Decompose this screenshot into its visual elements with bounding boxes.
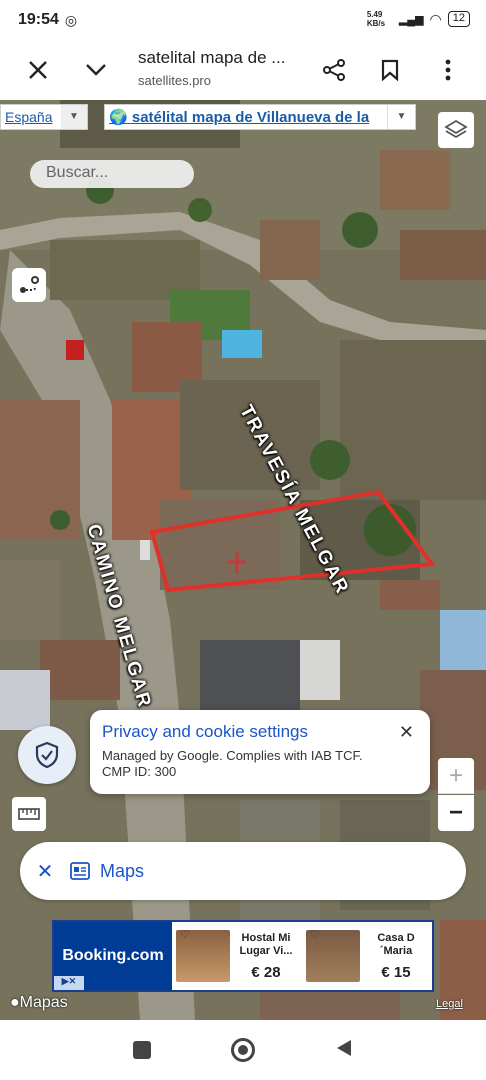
page-url: satellites.pro xyxy=(138,73,211,88)
route-button[interactable] xyxy=(12,268,46,302)
clock: 19:54 xyxy=(18,11,59,28)
privacy-body: Managed by Google. Complies with IAB TCF… xyxy=(102,748,363,779)
back-button[interactable] xyxy=(335,1038,353,1063)
battery-icon: 12 xyxy=(447,11,470,27)
ad-item[interactable]: ♡ Casa D ´Maria € 15 xyxy=(302,922,432,990)
legal-link[interactable]: Legal xyxy=(436,998,463,1010)
android-nav-bar xyxy=(0,1020,486,1080)
news-icon xyxy=(70,862,90,880)
close-icon[interactable] xyxy=(16,48,60,92)
heart-icon[interactable]: ♡ xyxy=(310,928,320,941)
hotel-name: Casa D ´Maria xyxy=(377,931,415,957)
bookmark-icon[interactable] xyxy=(368,48,412,92)
status-icons: 5.49 KB/s ▂▄▆ ◠ 12 xyxy=(367,10,470,28)
measure-button[interactable] xyxy=(12,797,46,831)
layers-icon xyxy=(444,119,468,139)
wifi-icon: ◠ xyxy=(429,10,442,27)
page-title: satelital mapa de ... xyxy=(138,48,286,67)
chevron-down-icon: ▼ xyxy=(387,105,415,129)
privacy-title[interactable]: Privacy and cookie settings xyxy=(102,722,418,742)
hotel-price: € 15 xyxy=(381,963,411,981)
zoom-out-button[interactable]: − xyxy=(438,795,474,831)
maps-label[interactable]: Maps xyxy=(100,861,144,882)
ruler-icon xyxy=(18,808,40,820)
site-select-value: satélital mapa de Villanueva de la xyxy=(131,109,370,126)
whatsapp-icon: ◎ xyxy=(64,11,78,28)
apple-maps-attribution: ●Mapas xyxy=(10,994,68,1012)
privacy-card[interactable]: Privacy and cookie settings Managed by G… xyxy=(90,710,430,794)
satellite-map[interactable]: TRAVESÍA MELGAR CAMINO MELGAR España ▼ 🌍… xyxy=(0,100,486,1020)
hotel-name: Hostal Mi Lugar Vi... xyxy=(239,931,293,957)
heart-icon[interactable]: ♡ xyxy=(180,928,190,941)
region-select[interactable]: España ▼ xyxy=(0,104,88,130)
ad-choices-icon[interactable]: ▶✕ xyxy=(54,976,84,990)
chevron-down-icon[interactable] xyxy=(74,48,118,92)
apple-maps-label: Mapas xyxy=(19,994,68,1011)
home-button[interactable] xyxy=(231,1038,255,1062)
network-speed: 5.49 KB/s xyxy=(366,10,386,28)
signal-icon: ▂▄▆ xyxy=(398,13,424,26)
ad-item[interactable]: ♡ Hostal Mi Lugar Vi... € 28 xyxy=(172,922,302,990)
region-select-value: España xyxy=(5,109,53,125)
more-menu-icon[interactable] xyxy=(426,48,470,92)
browser-toolbar: satelital mapa de ... satellites.pro xyxy=(0,40,486,100)
privacy-shield-button[interactable] xyxy=(18,726,76,784)
layers-button[interactable] xyxy=(438,112,474,148)
recents-button[interactable] xyxy=(133,1041,151,1059)
chevron-down-icon: ▼ xyxy=(61,105,87,129)
hotel-price: € 28 xyxy=(251,963,281,981)
maps-bar[interactable]: ✕ Maps xyxy=(20,842,466,900)
globe-icon: 🌍 xyxy=(109,109,128,126)
booking-logo[interactable]: Booking.com ▶✕ xyxy=(54,922,172,990)
booking-ad[interactable]: Booking.com ▶✕ ♡ Hostal Mi Lugar Vi... €… xyxy=(52,920,434,992)
shield-icon xyxy=(35,741,59,769)
booking-brand: Booking.com xyxy=(62,947,164,964)
close-icon[interactable]: ✕ xyxy=(399,722,414,743)
search-input[interactable]: Buscar... xyxy=(30,160,194,188)
zoom-in-button[interactable]: + xyxy=(438,758,474,794)
close-icon[interactable]: ✕ xyxy=(20,859,70,884)
route-icon xyxy=(20,276,39,293)
site-select[interactable]: 🌍 satélital mapa de Villanueva de la ▼ xyxy=(104,104,416,130)
apple-logo-icon: ● xyxy=(10,994,20,1011)
status-bar: 19:54 ◎ 5.49 KB/s ▂▄▆ ◠ 12 xyxy=(0,0,486,40)
share-icon[interactable] xyxy=(312,48,356,92)
